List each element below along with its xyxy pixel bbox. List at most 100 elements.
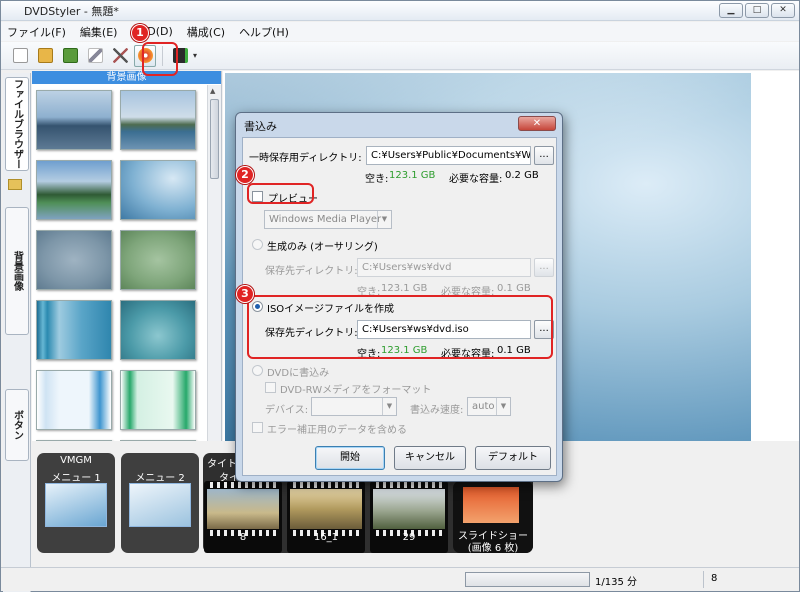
dvd-burn-label: DVDに書込み xyxy=(267,368,330,379)
menu-edit[interactable]: 編集(E) xyxy=(80,24,118,40)
title-bar: DVDStyler - 無題* ▁ □ ✕ xyxy=(1,1,799,21)
authoring-dir-input[interactable]: C:¥Users¥ws¥dvd xyxy=(357,258,531,277)
app-logo-icon xyxy=(7,5,19,17)
scroll-up-icon[interactable]: ▲ xyxy=(210,87,215,95)
background-thumbnail[interactable] xyxy=(120,300,196,360)
background-thumbnail[interactable] xyxy=(120,160,196,220)
background-thumbnail[interactable] xyxy=(36,300,112,360)
format-checkbox[interactable] xyxy=(265,382,276,393)
menu-bar: ファイル(F) 編集(E) DVD(D) 構成(C) ヘルプ(H) xyxy=(1,22,799,41)
temp-required-value: 0.2 GB xyxy=(505,170,539,181)
save-icon xyxy=(62,48,78,63)
status-separator xyxy=(703,571,704,588)
start-button[interactable]: 開始 xyxy=(315,446,385,470)
title-clip[interactable]: 29 xyxy=(370,481,448,553)
tab-backgrounds[interactable]: 背景画像 xyxy=(5,207,29,335)
temp-dir-label: 一時保存用ディレクトリ: xyxy=(249,153,362,164)
authoring-label: 生成のみ (オーサリング) xyxy=(267,242,378,253)
device-select[interactable]: ▼ xyxy=(311,397,397,416)
slideshow-card[interactable]: スライドショー (画像 6 枚) xyxy=(453,481,533,554)
close-window-button[interactable]: ✕ xyxy=(771,3,795,18)
annotation-highlight-burn xyxy=(142,42,178,76)
annotation-highlight-iso xyxy=(247,295,553,359)
vmgm-label: VMGM xyxy=(60,455,92,466)
menu-thumbnail[interactable] xyxy=(45,483,107,527)
temp-required-label: 必要な容量: xyxy=(449,174,503,185)
sidebar-tabs: ファイルブラウザー 背景画像 ボタン xyxy=(3,73,31,592)
save-button[interactable] xyxy=(59,45,81,67)
preview-player-select[interactable]: Windows Media Player ▼ xyxy=(264,210,392,229)
temp-free-value: 123.1 GB xyxy=(389,170,436,181)
title-clip[interactable]: 16_1 xyxy=(287,481,365,553)
background-thumbnail[interactable] xyxy=(120,370,196,430)
window-title: DVDStyler - 無題* xyxy=(24,4,119,18)
browser-scrollbar[interactable]: ▲ xyxy=(207,85,221,441)
background-thumbnail[interactable] xyxy=(36,230,112,290)
background-thumbnail[interactable] xyxy=(36,160,112,220)
background-thumbnail[interactable] xyxy=(120,230,196,290)
new-button[interactable] xyxy=(9,45,31,67)
format-label: DVD-RWメディアをフォーマット xyxy=(280,385,432,396)
title-clip[interactable]: 8 xyxy=(204,481,282,553)
ecc-label: エラー補正用のデータを含める xyxy=(267,425,407,436)
open-icon xyxy=(37,48,53,63)
duration-text: 1/135 分 xyxy=(595,577,637,588)
annotation-highlight-preview xyxy=(247,183,314,204)
minimize-button[interactable]: ▁ xyxy=(719,3,743,18)
item-count: 8 xyxy=(711,573,718,584)
vmgm-card[interactable]: VMGM メニュー 1 xyxy=(37,453,115,553)
settings-button[interactable] xyxy=(109,45,131,67)
clip-label: 29 xyxy=(402,532,416,543)
menu-file[interactable]: ファイル(F) xyxy=(7,24,66,40)
speed-label: 書込み速度: xyxy=(410,405,464,416)
scrollbar-thumb[interactable] xyxy=(210,99,219,179)
preview-player-value: Windows Media Player xyxy=(269,214,382,225)
ecc-checkbox[interactable] xyxy=(252,422,263,433)
browser-header: 背景画像 xyxy=(32,71,221,84)
menu-card[interactable]: メニュー 2 xyxy=(121,453,199,553)
background-thumbnail[interactable] xyxy=(120,90,196,150)
device-label: デバイス: xyxy=(265,405,309,416)
slideshow-thumbnail xyxy=(463,487,519,523)
dialog-title: 書込み xyxy=(244,120,277,133)
open-button[interactable] xyxy=(34,45,56,67)
menu-label: メニュー 2 xyxy=(135,473,185,484)
menu-help[interactable]: ヘルプ(H) xyxy=(239,24,289,40)
default-button[interactable]: デフォルト xyxy=(475,446,551,470)
close-icon[interactable]: ✕ xyxy=(518,116,556,131)
temp-dir-browse-button[interactable]: ... xyxy=(534,146,554,165)
new-icon xyxy=(12,48,28,63)
clip-label: 16_1 xyxy=(313,532,339,543)
background-browser: 背景画像 xyxy=(32,71,222,452)
annotation-marker-1: 1 xyxy=(131,24,149,42)
folder-icon xyxy=(8,179,22,190)
temp-dir-input[interactable]: C:¥Users¥Public¥Documents¥Wond xyxy=(366,146,531,165)
tools-icon xyxy=(112,48,128,63)
menu-thumbnail[interactable] xyxy=(129,483,191,527)
tab-label: ファイルブラウザー xyxy=(11,79,23,169)
menu-config[interactable]: 構成(C) xyxy=(187,24,225,40)
wizard-button[interactable] xyxy=(84,45,106,67)
clip-label: 8 xyxy=(239,532,247,543)
disc-usage-bar xyxy=(465,572,590,587)
background-thumbnail[interactable] xyxy=(36,90,112,150)
clip-thumbnail xyxy=(373,489,445,529)
authoring-free-value: 123.1 GB xyxy=(381,283,428,294)
authoring-radio[interactable] xyxy=(252,239,263,250)
film-perforation xyxy=(289,482,363,488)
chevron-down-icon[interactable]: ▾ xyxy=(193,51,197,60)
status-bar: 1/135 分 8 xyxy=(1,567,799,591)
speed-select[interactable]: auto ▼ xyxy=(467,397,511,416)
chevron-down-icon: ▼ xyxy=(382,398,396,415)
toolbar: ▾ xyxy=(1,42,799,70)
dvd-burn-radio[interactable] xyxy=(252,365,263,376)
cancel-button[interactable]: キャンセル xyxy=(394,446,466,470)
tab-label: 背景画像 xyxy=(11,251,23,291)
tab-file-browser[interactable]: ファイルブラウザー xyxy=(5,77,29,171)
chevron-down-icon: ▼ xyxy=(377,211,391,228)
menu-label: メニュー 1 xyxy=(51,473,101,484)
authoring-browse-button[interactable]: ... xyxy=(534,258,554,277)
tab-buttons[interactable]: ボタン xyxy=(5,389,29,461)
background-thumbnail[interactable] xyxy=(36,370,112,430)
maximize-button[interactable]: □ xyxy=(745,3,769,18)
